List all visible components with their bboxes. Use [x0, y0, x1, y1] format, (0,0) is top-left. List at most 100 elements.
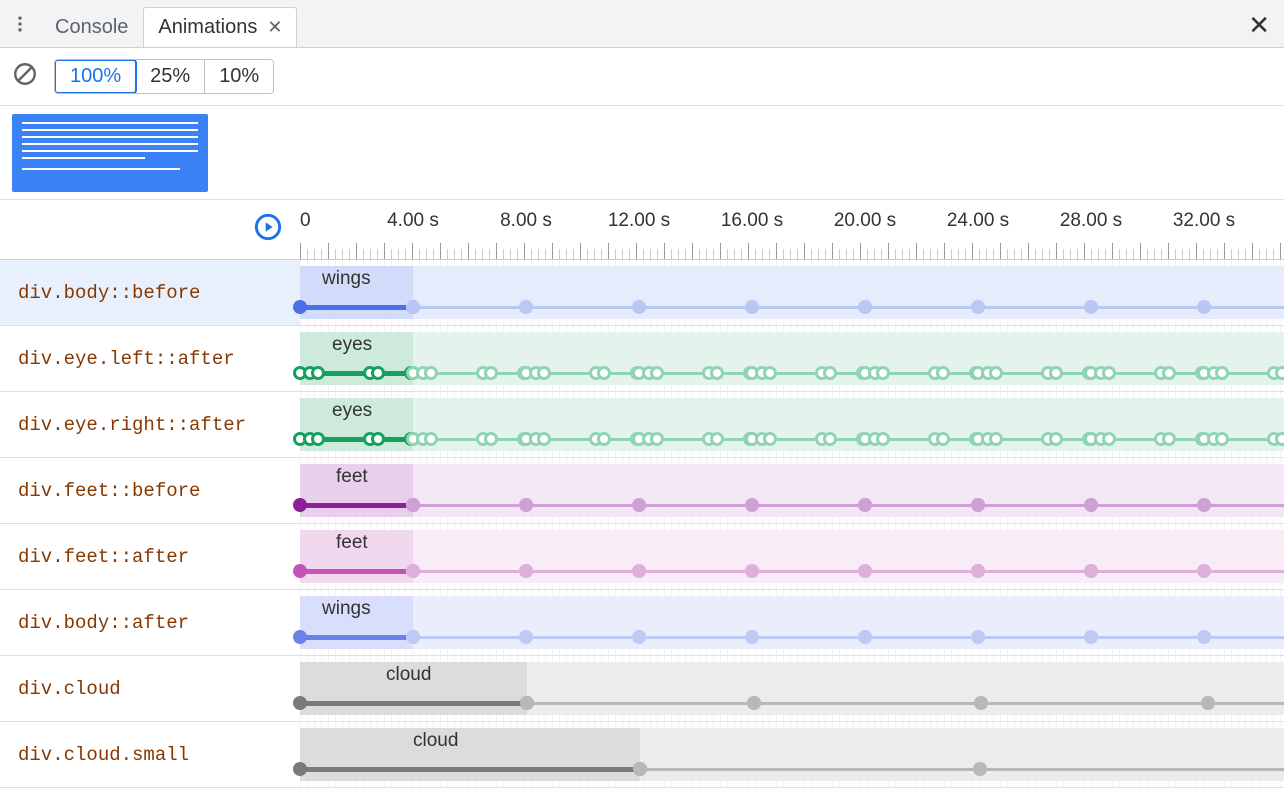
- keyframe[interactable]: [745, 300, 759, 314]
- keyframe[interactable]: [1084, 630, 1098, 644]
- keyframe[interactable]: [537, 432, 551, 446]
- keyframe[interactable]: [1049, 432, 1063, 446]
- keyframe[interactable]: [1102, 432, 1116, 446]
- animation-track[interactable]: feet: [300, 458, 1284, 523]
- animation-row[interactable]: div.feet::beforefeet: [0, 458, 1284, 524]
- keyframe[interactable]: [406, 564, 420, 578]
- animation-track[interactable]: eyes: [300, 326, 1284, 391]
- keyframe[interactable]: [519, 630, 533, 644]
- keyframe[interactable]: [484, 366, 498, 380]
- keyframe[interactable]: [424, 366, 438, 380]
- animation-row[interactable]: div.eye.left::aftereyes: [0, 326, 1284, 392]
- keyframe[interactable]: [858, 498, 872, 512]
- keyframe[interactable]: [823, 366, 837, 380]
- animation-track[interactable]: feet: [300, 524, 1284, 589]
- animation-track[interactable]: cloud: [300, 656, 1284, 721]
- keyframe[interactable]: [406, 300, 420, 314]
- keyframe[interactable]: [1275, 366, 1284, 380]
- animation-row[interactable]: div.body::afterwings: [0, 590, 1284, 656]
- keyframe[interactable]: [858, 300, 872, 314]
- animation-row[interactable]: div.body::beforewings: [0, 260, 1284, 326]
- tab-animations[interactable]: Animations ✕: [143, 7, 297, 47]
- keyframe[interactable]: [371, 432, 385, 446]
- keyframe[interactable]: [971, 564, 985, 578]
- keyframe[interactable]: [1275, 432, 1284, 446]
- keyframe[interactable]: [745, 564, 759, 578]
- keyframe[interactable]: [519, 564, 533, 578]
- keyframe[interactable]: [311, 432, 325, 446]
- keyframe[interactable]: [632, 564, 646, 578]
- keyframe[interactable]: [936, 366, 950, 380]
- keyframe[interactable]: [747, 696, 761, 710]
- keyframe[interactable]: [973, 762, 987, 776]
- keyframe[interactable]: [1215, 432, 1229, 446]
- keyframe[interactable]: [763, 432, 777, 446]
- keyframe[interactable]: [1162, 366, 1176, 380]
- keyframe[interactable]: [858, 630, 872, 644]
- keyframe[interactable]: [1197, 498, 1211, 512]
- keyframe[interactable]: [632, 630, 646, 644]
- keyframe[interactable]: [293, 762, 307, 776]
- keyframe[interactable]: [406, 498, 420, 512]
- keyframe[interactable]: [293, 564, 307, 578]
- keyframe[interactable]: [519, 498, 533, 512]
- timeline-ruler[interactable]: 04.00 s8.00 s12.00 s16.00 s20.00 s24.00 …: [300, 200, 1284, 259]
- keyframe[interactable]: [1197, 564, 1211, 578]
- animation-row[interactable]: div.eye.right::aftereyes: [0, 392, 1284, 458]
- speed-10-button[interactable]: 10%: [205, 60, 273, 93]
- animation-row[interactable]: div.cloudcloud: [0, 656, 1284, 722]
- keyframe[interactable]: [632, 300, 646, 314]
- animation-row[interactable]: div.cloud.smallcloud: [0, 722, 1284, 788]
- keyframe[interactable]: [293, 300, 307, 314]
- close-tab-icon[interactable]: ✕: [267, 17, 282, 38]
- keyframe[interactable]: [989, 366, 1003, 380]
- keyframe[interactable]: [971, 630, 985, 644]
- keyframe[interactable]: [1084, 564, 1098, 578]
- keyframe[interactable]: [650, 366, 664, 380]
- keyframe[interactable]: [710, 432, 724, 446]
- animation-track[interactable]: wings: [300, 260, 1284, 325]
- keyframe[interactable]: [1201, 696, 1215, 710]
- animation-group-preview[interactable]: [12, 114, 208, 192]
- animation-track[interactable]: eyes: [300, 392, 1284, 457]
- keyframe[interactable]: [763, 366, 777, 380]
- keyframe[interactable]: [823, 432, 837, 446]
- keyframe[interactable]: [519, 300, 533, 314]
- keyframe[interactable]: [293, 696, 307, 710]
- keyframe[interactable]: [876, 366, 890, 380]
- keyframe[interactable]: [597, 432, 611, 446]
- keyframe[interactable]: [537, 366, 551, 380]
- animation-track[interactable]: cloud: [300, 722, 1284, 787]
- keyframe[interactable]: [484, 432, 498, 446]
- keyframe[interactable]: [1215, 366, 1229, 380]
- keyframe[interactable]: [971, 498, 985, 512]
- keyframe[interactable]: [1049, 366, 1063, 380]
- keyframe[interactable]: [710, 366, 724, 380]
- keyframe[interactable]: [745, 630, 759, 644]
- keyframe[interactable]: [971, 300, 985, 314]
- keyframe[interactable]: [1084, 498, 1098, 512]
- keyframe[interactable]: [936, 432, 950, 446]
- animation-track[interactable]: wings: [300, 590, 1284, 655]
- keyframe[interactable]: [876, 432, 890, 446]
- keyframe[interactable]: [974, 696, 988, 710]
- keyframe[interactable]: [520, 696, 534, 710]
- keyframe[interactable]: [293, 498, 307, 512]
- keyframe[interactable]: [1197, 630, 1211, 644]
- replay-button[interactable]: [254, 213, 282, 246]
- animation-row[interactable]: div.feet::afterfeet: [0, 524, 1284, 590]
- keyframe[interactable]: [293, 630, 307, 644]
- keyframe[interactable]: [424, 432, 438, 446]
- keyframe[interactable]: [1084, 300, 1098, 314]
- speed-25-button[interactable]: 25%: [136, 60, 205, 93]
- keyframe[interactable]: [371, 366, 385, 380]
- keyframe[interactable]: [633, 762, 647, 776]
- keyframe[interactable]: [311, 366, 325, 380]
- keyframe[interactable]: [1102, 366, 1116, 380]
- speed-100-button[interactable]: 100%: [54, 59, 137, 94]
- keyframe[interactable]: [1197, 300, 1211, 314]
- keyframe[interactable]: [632, 498, 646, 512]
- keyframe[interactable]: [650, 432, 664, 446]
- keyframe[interactable]: [989, 432, 1003, 446]
- clear-button[interactable]: [12, 61, 38, 92]
